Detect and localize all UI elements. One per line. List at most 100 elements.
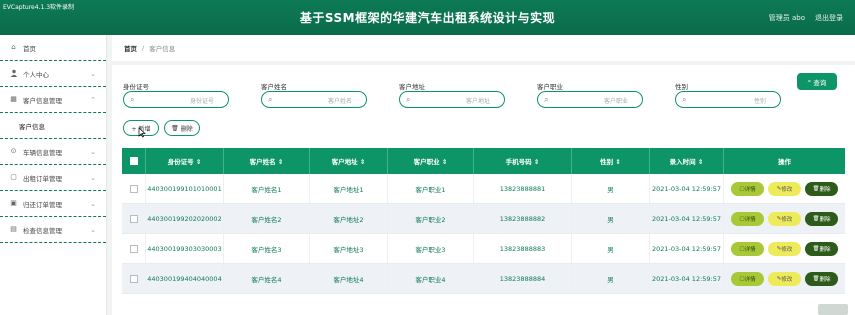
detail-button[interactable]: ▢ 详情 [731,211,764,226]
input-placeholder: 性别 [753,98,766,105]
cell-time: 2021-03-04 12:59:57 [650,264,724,293]
sex-search-input[interactable]: ⌕ 性别 [675,91,781,108]
cell-id: 440300199202020002 [146,204,224,233]
chevron-down-icon: ⌄ [90,148,96,156]
edit-button[interactable]: ✎ 修改 [768,271,801,286]
delete-button[interactable]: 🗑 删除 [805,211,838,226]
search-icon: ⌕ [682,95,687,104]
col-header-id[interactable]: 身份证号 ⇕ [146,148,224,174]
query-button-label: 查询 [813,78,827,87]
table-header: 身份证号 ⇕ 客户姓名 ⇕ 客户地址 ⇕ 客户职业 ⇕ 手机号码 ⇕ 性别 ⇕ … [122,148,845,174]
sidebar-item-profile[interactable]: 个人中心 ⌄ [0,61,106,87]
row-select-cell[interactable] [122,174,146,203]
cell-ops: ▢ 详情 ✎ 修改 🗑 删除 [724,204,845,233]
job-search-input[interactable]: ⌕ 客户职业 [537,91,643,108]
select-all-checkbox[interactable] [129,157,138,165]
cell-ops: ▢ 详情 ✎ 修改 🗑 删除 [724,264,845,293]
edit-button[interactable]: ✎ 修改 [768,211,801,226]
col-header-job[interactable]: 客户职业 ⇕ [388,148,474,174]
id-search-input[interactable]: ⌕ 身份证号 [123,91,229,108]
cell-address: 客户地址4 [310,264,388,293]
edit-button[interactable]: ✎ 修改 [768,181,801,196]
col-header-name[interactable]: 客户姓名 ⇕ [224,148,310,174]
row-select-cell[interactable] [122,264,146,293]
edit-label: 修改 [781,216,793,223]
list-icon: ▤ [10,225,17,233]
row-checkbox[interactable] [129,184,138,193]
chevron-down-icon: ⌄ [90,226,96,234]
row-checkbox[interactable] [129,274,138,283]
row-select-cell[interactable] [122,204,146,233]
cell-time: 2021-03-04 12:59:57 [650,204,724,233]
edit-button[interactable]: ✎ 修改 [768,241,801,256]
delete-button[interactable]: 🗑 删除 [805,241,838,256]
cell-job: 客户职业3 [388,234,474,263]
delete-label: 删除 [819,276,831,283]
page-thumbnail [818,304,848,315]
col-header-address[interactable]: 客户地址 ⇕ [310,148,388,174]
trash-icon: 🗑 [171,124,179,132]
table-row: 440300199101010001 客户姓名1 客户地址1 客户职业1 138… [122,174,845,204]
sidebar-item-label: 首页 [23,44,36,53]
sidebar-subitem-customer-info[interactable]: 客户信息 [0,113,106,139]
detail-button[interactable]: ▢ 详情 [731,181,764,196]
query-button[interactable]: ⌕ 查询 [797,73,837,90]
user-icon [9,69,18,78]
chevron-up-icon: ⌃ [90,96,96,104]
logout-link[interactable]: 退出登录 [815,13,843,23]
delete-button[interactable]: 🗑 删除 [805,181,838,196]
sidebar-item-vehicles[interactable]: ⊙ 车辆信息管理 ⌄ [0,139,106,165]
sidebar-item-inspections[interactable]: ▤ 检查信息管理 ⌄ [0,217,106,243]
cell-id: 440300199404040004 [146,264,224,293]
select-all-cell[interactable] [122,148,146,174]
table-row: 440300199404040004 客户姓名4 客户地址4 客户职业4 138… [122,264,845,294]
batch-delete-button[interactable]: 🗑 删除 [164,120,200,136]
sidebar-item-customers[interactable]: ▦ 客户信息管理 ⌃ [0,87,106,113]
breadcrumb-home[interactable]: 首页 [124,43,137,53]
cell-time: 2021-03-04 12:59:57 [650,234,724,263]
detail-button[interactable]: ▢ 详情 [731,241,764,256]
sidebar-item-label: 客户信息管理 [23,96,62,105]
sidebar: ⌂ 首页 个人中心 ⌄ ▦ 客户信息管理 ⌃ 客户信息 ⊙ 车辆信息管理 ⌄ ▢… [0,35,107,315]
sidebar-item-return-orders[interactable]: ▣ 归还订单管理 ⌄ [0,191,106,217]
current-user: 管理员 abo [768,14,805,22]
col-header-sex[interactable]: 性别 ⇕ [572,148,650,174]
table-row: 440300199202020002 客户姓名2 客户地址2 客户职业2 138… [122,204,845,234]
detail-button[interactable]: ▢ 详情 [731,271,764,286]
address-search-input[interactable]: ⌕ 客户地址 [399,91,505,108]
cell-name: 客户姓名2 [224,204,310,233]
breadcrumb: 首页 / 客户信息 [112,35,855,61]
row-checkbox[interactable] [129,244,138,253]
cell-job: 客户职业1 [388,174,474,203]
cell-address: 客户地址3 [310,234,388,263]
table-body: 440300199101010001 客户姓名1 客户地址1 客户职业1 138… [122,174,845,294]
sidebar-item-home[interactable]: ⌂ 首页 [0,35,106,61]
row-select-cell[interactable] [122,234,146,263]
name-search-input[interactable]: ⌕ 客户姓名 [261,91,367,108]
delete-button[interactable]: 🗑 删除 [805,271,838,286]
col-header-phone[interactable]: 手机号码 ⇕ [474,148,572,174]
cell-phone: 13823888882 [474,204,572,233]
col-header-ops: 操作 [778,158,791,166]
filter-label-id: 身份证号 [123,83,149,91]
cell-job: 客户职业4 [388,264,474,293]
delete-label: 删除 [819,216,831,223]
input-placeholder: 身份证号 [189,98,214,105]
delete-label: 删除 [819,246,831,253]
mouse-cursor-icon [138,127,146,138]
search-icon: ⌕ [130,95,135,104]
search-icon: ⌕ [406,95,411,104]
sidebar-item-label: 个人中心 [23,70,49,79]
cell-id: 440300199101010001 [146,174,224,203]
cell-phone: 13823888884 [474,264,572,293]
edit-label: 修改 [781,186,793,193]
table-row: 440300199303030003 客户姓名3 客户地址3 客户职业3 138… [122,234,845,264]
main-content: 首页 / 客户信息 身份证号 ⌕ 身份证号 客户姓名 ⌕ 客户姓名 客户地址 ⌕… [112,35,855,315]
grid-icon: ▦ [10,95,17,103]
sidebar-item-label: 检查信息管理 [23,226,62,235]
app-title: 基于SSM框架的华建汽车出租系统设计与实现 [299,11,556,25]
row-checkbox[interactable] [129,214,138,223]
col-header-time[interactable]: 录入时间 ⇕ [650,148,724,174]
home-icon: ⌂ [11,43,16,51]
sidebar-item-rental-orders[interactable]: ▢ 出租订单管理 ⌄ [0,165,106,191]
